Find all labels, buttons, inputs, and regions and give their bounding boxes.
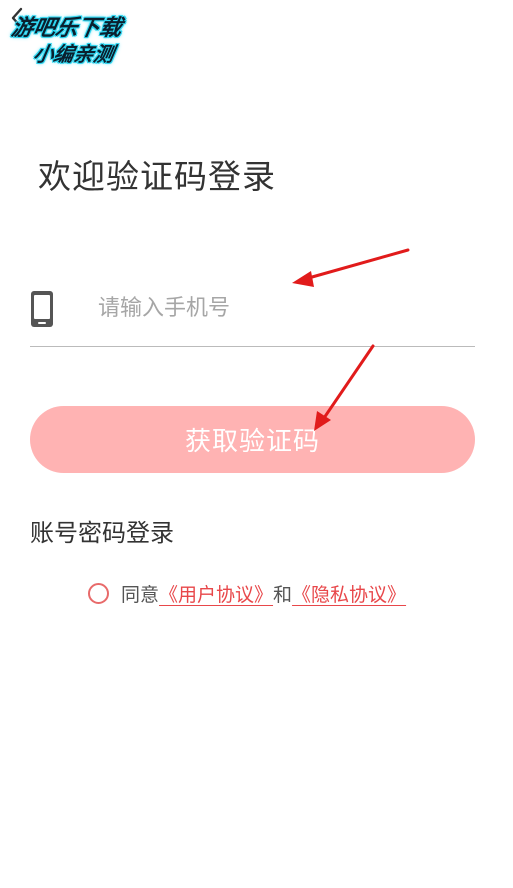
watermark-line-2: 小编亲测 — [31, 42, 116, 66]
page-title: 欢迎验证码登录 — [38, 157, 276, 196]
agree-checkbox[interactable] — [88, 582, 109, 604]
agreement-conjunction-text: 和 — [273, 583, 293, 606]
get-verification-code-button[interactable]: 获取验证码 — [30, 406, 475, 473]
agree-prefix-text: 同意 — [121, 583, 160, 606]
agreement-row: 同意 《用户协议》 和 《隐私协议》 — [88, 580, 406, 606]
watermark-logo: 游吧乐下载 小编亲测 — [9, 10, 162, 70]
mobile-phone-icon — [31, 291, 53, 327]
phone-input-row — [30, 278, 475, 347]
privacy-agreement-link[interactable]: 《隐私协议》 — [292, 580, 406, 607]
password-login-link[interactable]: 账号密码登录 — [30, 513, 174, 548]
user-agreement-link[interactable]: 《用户协议》 — [159, 580, 273, 607]
phone-number-input[interactable] — [98, 288, 458, 328]
